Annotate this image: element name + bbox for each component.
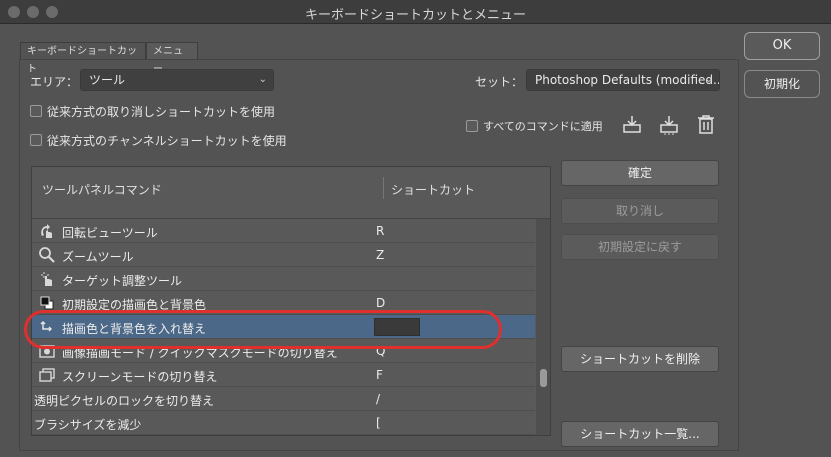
rotate-view-icon: [38, 222, 56, 240]
row-shortcut-key: /: [376, 392, 381, 406]
row-shortcut-key: [: [376, 416, 381, 430]
row-command-name: ズームツール: [62, 250, 134, 264]
apply-all-checkbox[interactable]: [466, 120, 478, 132]
save-set-as-icon[interactable]: [658, 113, 680, 135]
table-row[interactable]: ズームツール Z: [32, 243, 535, 267]
row-shortcut-key: F: [376, 368, 383, 382]
table-scrollbar[interactable]: [536, 219, 550, 435]
column-divider: [383, 177, 384, 199]
summarize-button[interactable]: ショートカット一覧...: [561, 421, 719, 447]
title-bar: キーボードショートカットとメニュー: [0, 0, 831, 24]
legacy-undo-label: 従来方式の取り消しショートカットを使用: [47, 105, 276, 119]
undo-button[interactable]: 取り消し: [561, 198, 719, 224]
set-select-value: Photoshop Defaults (modified...: [535, 73, 720, 87]
targeted-adjust-icon: [38, 270, 56, 288]
row-command-name: 回転ビューツール: [62, 226, 158, 240]
zoom-icon: [38, 246, 56, 264]
shortcuts-table: ツールパネルコマンド ショートカット 回転ビューツール R ズームツール Z タ…: [31, 166, 551, 436]
use-default-button[interactable]: 初期設定に戻す: [561, 234, 719, 260]
apply-all-label: すべてのコマンドに適用: [483, 120, 603, 133]
chevron-down-icon: ⌄: [258, 74, 267, 85]
row-shortcut-key: Z: [376, 248, 385, 262]
tab-keyboard-shortcuts[interactable]: キーボードショートカット: [20, 42, 146, 75]
set-label: セット：: [475, 75, 524, 89]
trash-icon[interactable]: [695, 113, 717, 135]
table-row[interactable]: スクリーンモードの切り替え F: [32, 363, 535, 387]
save-set-icon[interactable]: [621, 113, 643, 135]
table-row[interactable]: ターゲット調整ツール: [32, 267, 535, 291]
row-command-name: ブラシサイズを減少: [34, 418, 142, 432]
ok-button[interactable]: OK: [744, 32, 820, 60]
area-select-value: ツール: [89, 73, 126, 87]
row-command-name: 透明ピクセルのロックを切り替え: [34, 394, 215, 408]
row-command-name: ターゲット調整ツール: [62, 274, 183, 288]
column-header-shortcut[interactable]: ショートカット: [391, 181, 475, 198]
highlight-annotation: [24, 310, 502, 349]
area-select[interactable]: ツール ⌄: [80, 69, 274, 91]
window-title: キーボードショートカットとメニュー: [304, 8, 526, 23]
scrollbar-thumb[interactable]: [540, 369, 547, 387]
table-row[interactable]: 透明ピクセルのロックを切り替え /: [32, 387, 535, 411]
table-row[interactable]: 回転ビューツール R: [32, 219, 535, 243]
legacy-channel-label: 従来方式のチャンネルショートカットを使用: [47, 134, 287, 148]
area-label: エリア：: [30, 75, 79, 89]
screen-mode-icon: [38, 366, 56, 384]
tab-menus[interactable]: メニュー: [146, 42, 198, 75]
row-shortcut-key: D: [376, 296, 386, 310]
table-header: ツールパネルコマンド ショートカット: [32, 167, 550, 219]
column-header-command[interactable]: ツールパネルコマンド: [42, 181, 162, 198]
chevron-down-icon: ⌄: [704, 74, 713, 85]
reset-button[interactable]: 初期化: [744, 70, 820, 98]
accept-button[interactable]: 確定: [561, 160, 719, 186]
legacy-undo-checkbox[interactable]: [30, 105, 42, 117]
delete-shortcut-button[interactable]: ショートカットを削除: [561, 346, 719, 372]
row-command-name: スクリーンモードの切り替え: [62, 370, 218, 384]
legacy-channel-checkbox[interactable]: [30, 134, 42, 146]
table-row[interactable]: ブラシサイズを減少 [: [32, 411, 535, 435]
row-shortcut-key: R: [376, 224, 385, 238]
set-select[interactable]: Photoshop Defaults (modified... ⌄: [526, 69, 720, 91]
